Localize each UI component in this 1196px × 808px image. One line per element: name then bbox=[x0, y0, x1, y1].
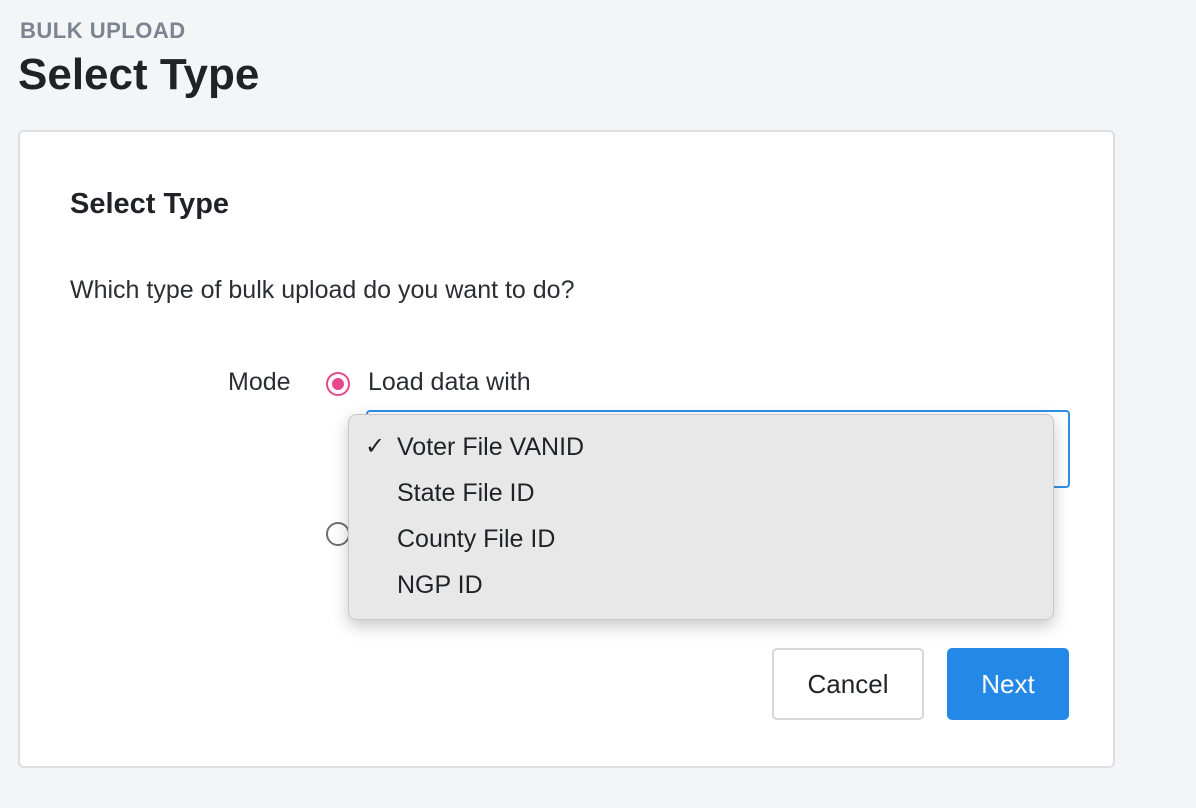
dropdown-item-label: Voter File VANID bbox=[397, 433, 585, 461]
card-title: Select Type bbox=[70, 188, 230, 220]
question-text: Which type of bulk upload do you want to… bbox=[70, 276, 575, 304]
mode-label: Mode bbox=[228, 368, 291, 396]
page-eyebrow: BULK UPLOAD bbox=[20, 18, 186, 43]
radio-load-data-with[interactable] bbox=[326, 372, 350, 396]
dropdown-item-ngp-id[interactable]: NGP ID bbox=[349, 569, 1053, 615]
cancel-button[interactable]: Cancel bbox=[772, 648, 924, 720]
page-title: Select Type bbox=[18, 50, 260, 99]
dropdown-item-county-file-id[interactable]: County File ID bbox=[349, 523, 1053, 569]
dropdown-item-voter-file-vanid[interactable]: ✓ Voter File VANID bbox=[349, 431, 1053, 477]
id-type-dropdown-menu: ✓ Voter File VANID State File ID County … bbox=[348, 414, 1054, 620]
radio-load-data-with-label[interactable]: Load data with bbox=[368, 368, 531, 397]
dropdown-item-label: State File ID bbox=[397, 479, 535, 507]
select-type-card: Select Type Which type of bulk upload do… bbox=[18, 130, 1115, 768]
radio-second-option[interactable] bbox=[326, 522, 350, 546]
checkmark-icon: ✓ bbox=[365, 433, 386, 460]
next-button[interactable]: Next bbox=[947, 648, 1069, 720]
dropdown-item-label: County File ID bbox=[397, 525, 556, 553]
dropdown-item-label: NGP ID bbox=[397, 571, 483, 599]
dropdown-item-state-file-id[interactable]: State File ID bbox=[349, 477, 1053, 523]
